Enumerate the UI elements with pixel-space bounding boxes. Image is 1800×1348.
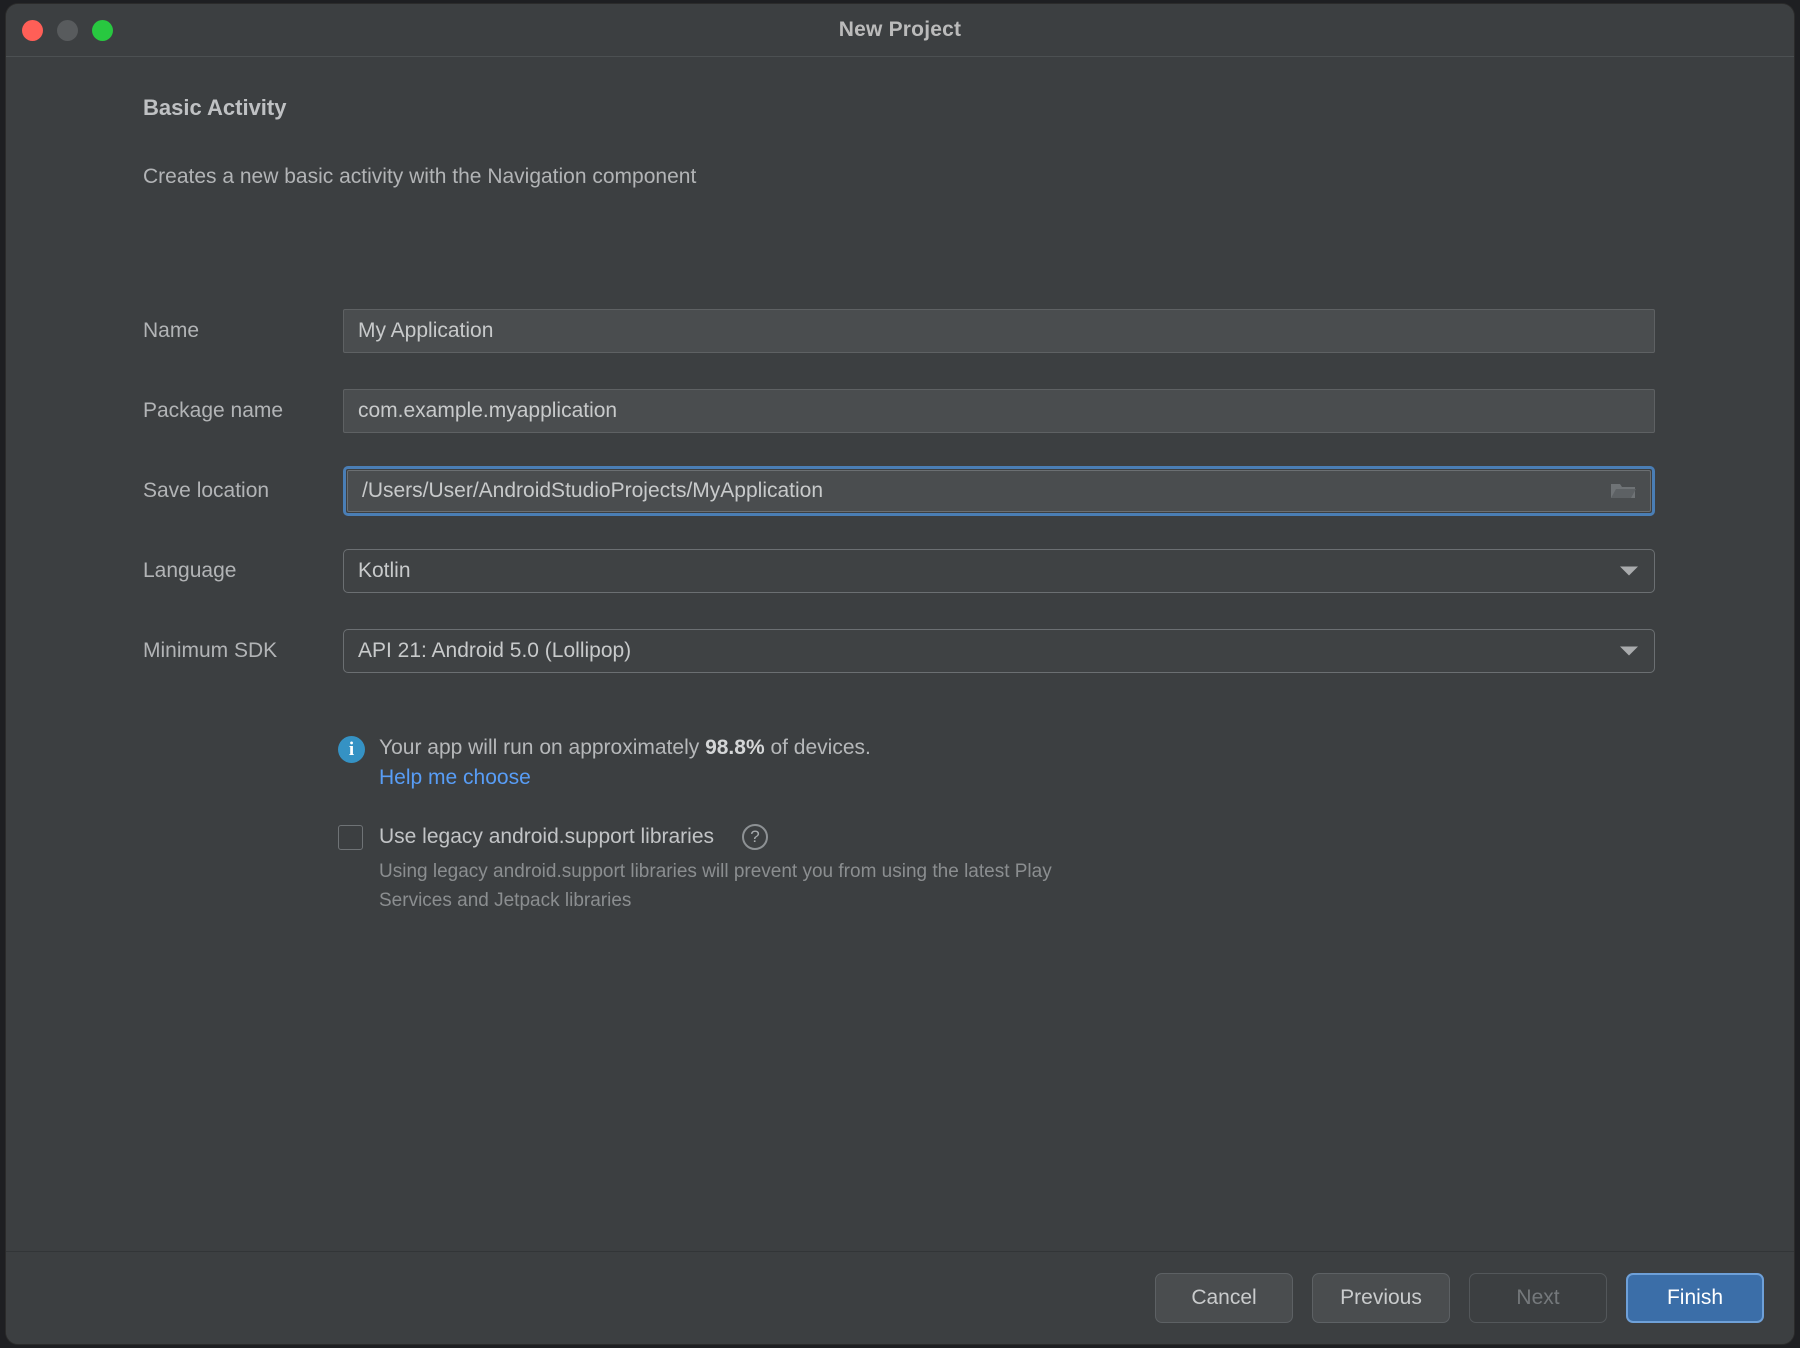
next-button: Next [1469,1273,1607,1323]
package-name-input-value: com.example.myapplication [358,399,618,422]
titlebar: New Project [6,4,1794,57]
package-name-label: Package name [143,399,284,422]
save-location-input[interactable]: /Users/User/AndroidStudioProjects/MyAppl… [347,470,1651,512]
save-location-label: Save location [143,479,270,502]
window-controls [22,4,113,56]
save-location-focus-ring: /Users/User/AndroidStudioProjects/MyAppl… [343,466,1655,516]
device-coverage-text-before: Your app will run on approximately [379,736,706,759]
previous-button[interactable]: Previous [1312,1273,1450,1323]
language-select-value: Kotlin [358,559,411,582]
chevron-down-icon [1620,566,1638,576]
language-label: Language [143,559,237,582]
legacy-libraries-row: Use legacy android.support libraries ? [338,824,769,850]
minimum-sdk-label: Minimum SDK [143,639,278,662]
form-row-language: Language Kotlin [143,548,1655,594]
folder-icon[interactable] [1610,481,1636,501]
form-row-name: Name My Application [143,308,1655,354]
device-coverage-percent: 98.8% [705,736,765,759]
legacy-libraries-label[interactable]: Use legacy android.support libraries [379,825,714,849]
dialog-footer: Cancel Previous Next Finish [6,1251,1794,1344]
dialog-body: Basic Activity Creates a new basic activ… [6,57,1794,1251]
minimum-sdk-select[interactable]: API 21: Android 5.0 (Lollipop) [343,629,1655,673]
form-row-package-name: Package name com.example.myapplication [143,388,1655,434]
minimum-sdk-select-value: API 21: Android 5.0 (Lollipop) [358,639,632,662]
window-title: New Project [838,18,962,41]
device-coverage-text-after: of devices. [764,736,871,759]
cancel-button[interactable]: Cancel [1155,1273,1293,1323]
name-input-value: My Application [358,319,494,342]
device-coverage-info: i Your app will run on approximately 98.… [338,733,871,763]
zoom-button-icon[interactable] [92,19,113,41]
help-circle-icon[interactable]: ? [742,824,769,850]
minimize-button-icon[interactable] [57,19,78,41]
package-name-input[interactable]: com.example.myapplication [343,389,1655,433]
save-location-input-value: /Users/User/AndroidStudioProjects/MyAppl… [362,479,824,502]
device-coverage-text: Your app will run on approximately 98.8%… [379,733,871,763]
page-title: Basic Activity [143,95,287,120]
language-select[interactable]: Kotlin [343,549,1655,593]
name-input[interactable]: My Application [343,309,1655,353]
close-button-icon[interactable] [22,19,43,41]
chevron-down-icon [1620,646,1638,656]
page-subtitle: Creates a new basic activity with the Na… [143,165,697,188]
form-row-save-location: Save location /Users/User/AndroidStudioP… [143,466,1655,516]
legacy-libraries-description: Using legacy android.support libraries w… [379,861,1052,912]
new-project-dialog: New Project Basic Activity Creates a new… [6,4,1794,1344]
info-icon: i [338,736,365,763]
finish-button[interactable]: Finish [1626,1273,1764,1323]
name-label: Name [143,319,200,342]
form-row-minimum-sdk: Minimum SDK API 21: Android 5.0 (Lollipo… [143,628,1655,674]
legacy-libraries-checkbox[interactable] [338,824,363,850]
help-me-choose-link[interactable]: Help me choose [379,766,531,790]
